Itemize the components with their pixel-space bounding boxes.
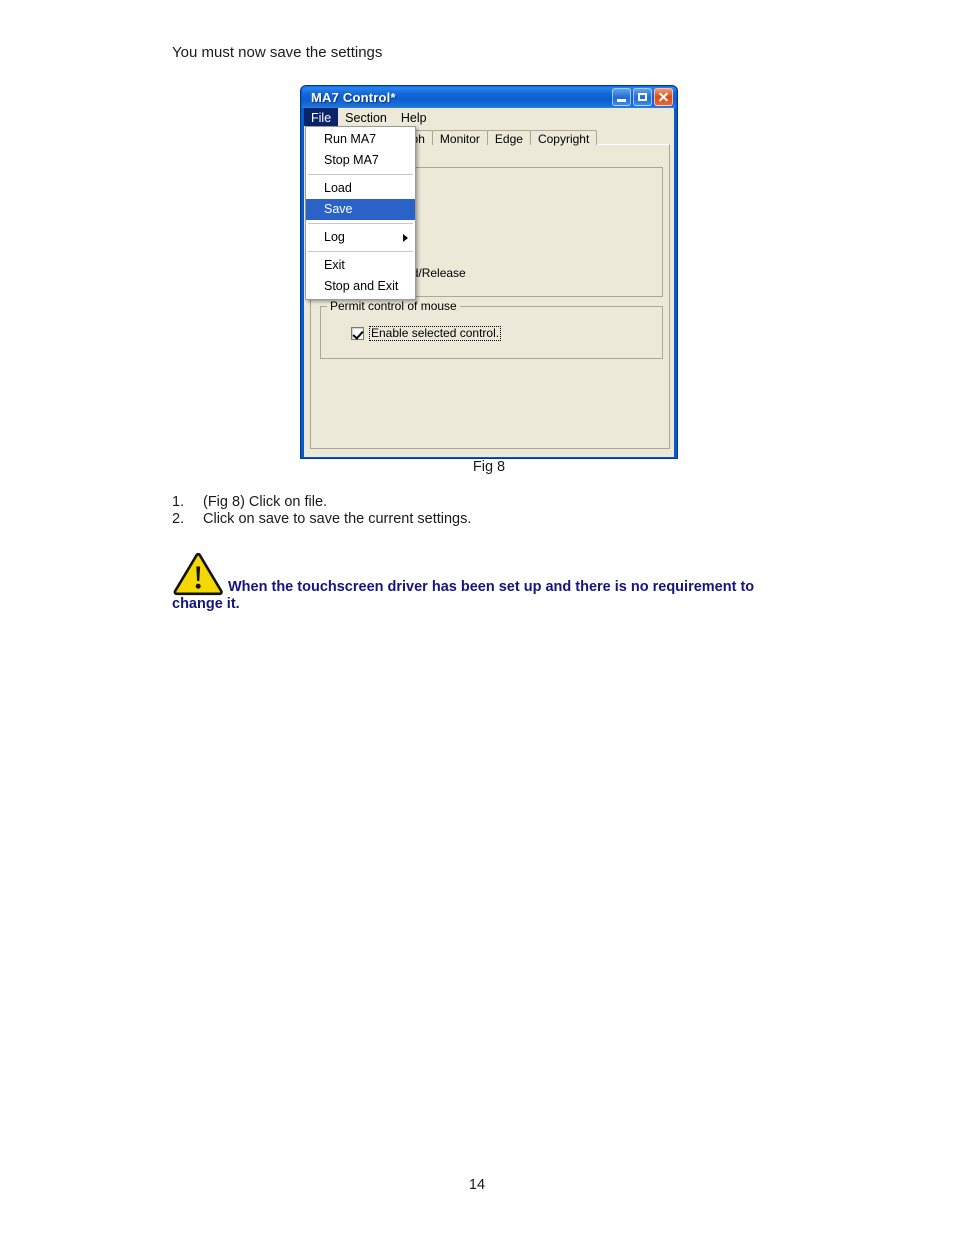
enable-selected-control-checkbox-row[interactable]: Enable selected control. xyxy=(351,326,502,341)
step-text: (Fig 8) Click on file. xyxy=(203,494,328,510)
close-icon[interactable] xyxy=(654,88,673,106)
step-number: 2. xyxy=(172,511,185,527)
warning-triangle-icon xyxy=(173,552,223,596)
menu-separator xyxy=(308,174,413,175)
step-text: Click on save to save the current settin… xyxy=(203,511,472,527)
menu-separator xyxy=(308,251,413,252)
window-client-area: File Section Help lib Output Graph Monit… xyxy=(304,108,674,457)
menu-item-log[interactable]: Log xyxy=(306,227,415,248)
intro-paragraph: You must now save the settings xyxy=(172,44,383,61)
menu-item-run-ma7[interactable]: Run MA7 xyxy=(306,129,415,150)
menu-section[interactable]: Section xyxy=(338,108,394,126)
warning-text: When the touchscreen driver has been set… xyxy=(172,579,755,612)
warning-note: When the touchscreen driver has been set… xyxy=(172,552,782,613)
tab-copyright[interactable]: Copyright xyxy=(529,130,598,146)
checkbox-icon[interactable] xyxy=(351,327,364,340)
menu-item-log-label: Log xyxy=(324,230,345,244)
menu-help[interactable]: Help xyxy=(394,108,434,126)
maximize-icon[interactable] xyxy=(633,88,652,106)
list-item: 1. (Fig 8) Click on file. xyxy=(172,494,471,511)
window-controls xyxy=(612,88,673,106)
enable-selected-control-label: Enable selected control. xyxy=(369,326,502,341)
window-title: MA7 Control* xyxy=(311,89,396,105)
tab-edge[interactable]: Edge xyxy=(486,130,531,146)
instruction-list: 1. (Fig 8) Click on file. 2. Click on sa… xyxy=(172,494,471,528)
page-number: 14 xyxy=(468,1177,486,1193)
menu-item-stop-and-exit[interactable]: Stop and Exit xyxy=(306,276,415,297)
menu-separator xyxy=(308,223,413,224)
menu-item-exit[interactable]: Exit xyxy=(306,255,415,276)
window-titlebar: MA7 Control* xyxy=(302,86,676,108)
submenu-arrow-icon xyxy=(403,233,408,242)
figure-caption: Fig 8 xyxy=(472,459,506,475)
permit-control-groupbox: Permit control of mouse Enable selected … xyxy=(320,300,663,359)
tab-monitor[interactable]: Monitor xyxy=(431,130,488,146)
menubar: File Section Help xyxy=(304,108,674,126)
file-dropdown-menu: Run MA7 Stop MA7 Load Save Log Exit Stop… xyxy=(305,126,416,300)
minimize-icon[interactable] xyxy=(612,88,631,106)
menu-item-stop-ma7[interactable]: Stop MA7 xyxy=(306,150,415,171)
menu-item-save[interactable]: Save xyxy=(306,199,415,220)
menu-item-load[interactable]: Load xyxy=(306,178,415,199)
permit-group-title: Permit control of mouse xyxy=(327,300,460,313)
menu-file[interactable]: File xyxy=(304,108,339,126)
ma7-control-window: MA7 Control* File Section Help lib Outpu… xyxy=(300,85,678,459)
list-item: 2. Click on save to save the current set… xyxy=(172,511,471,528)
step-number: 1. xyxy=(172,494,185,510)
